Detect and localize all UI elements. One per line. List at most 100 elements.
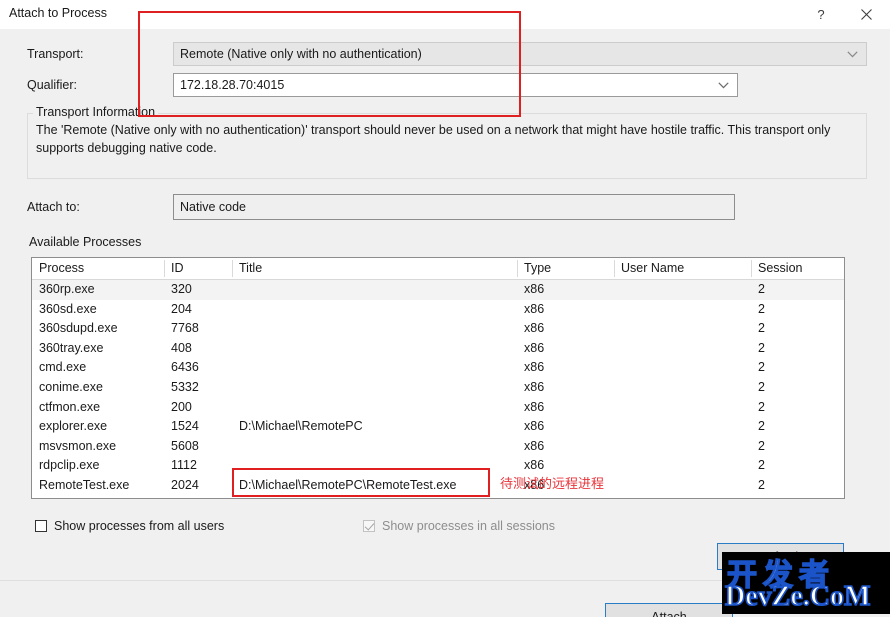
- column-divider[interactable]: [751, 260, 752, 277]
- table-row[interactable]: rdpclip.exe 1112 x86 2: [32, 456, 844, 476]
- cell-process: 360sdupd.exe: [39, 321, 118, 336]
- table-row[interactable]: RemoteTest.exe 2024 D:\Michael\RemotePC\Re…: [32, 476, 844, 496]
- cell-session: 2: [758, 340, 765, 355]
- cell-type: x86: [524, 458, 545, 473]
- cell-process: conime.exe: [39, 379, 103, 394]
- table-body: 360rp.exe 320 x86 2 360sd.exe 204 x86 2 360sdupd…: [32, 280, 844, 496]
- process-listbox[interactable]: Process ID Title Type User Name Session …: [31, 257, 845, 499]
- show-processes-all-sessions-checkbox: Show processes in all sessions: [363, 519, 555, 533]
- cell-process: RemoteTest.exe: [39, 477, 130, 492]
- cell-process: ctfmon.exe: [39, 399, 101, 414]
- show-processes-all-users-label: Show processes from all users: [54, 519, 225, 533]
- qualifier-combobox[interactable]: 172.18.28.70:4015: [173, 73, 738, 97]
- cell-title: D:\Michael\RemotePC: [239, 419, 363, 434]
- cell-id: 2024: [171, 477, 199, 492]
- cell-id: 320: [171, 282, 192, 296]
- cell-session: 2: [758, 360, 765, 375]
- cell-id: 1112: [171, 458, 197, 473]
- qualifier-value: 172.18.28.70:4015: [180, 78, 285, 92]
- table-row[interactable]: ctfmon.exe 200 x86 2: [32, 398, 844, 418]
- cell-session: 2: [758, 477, 765, 492]
- attach-to-value: Native code: [180, 200, 247, 214]
- cell-type: x86: [524, 419, 545, 434]
- cell-session: 2: [758, 379, 765, 394]
- watermark: 开发者 DevZe.CoM: [722, 552, 890, 614]
- cell-title: D:\Michael\RemotePC\RemoteTest.exe: [239, 477, 457, 492]
- table-header-row: Process ID Title Type User Name Session: [32, 258, 844, 280]
- cell-process: 360rp.exe: [39, 282, 95, 296]
- transport-information-text: The 'Remote (Native only with no authent…: [36, 123, 831, 155]
- table-row[interactable]: 360tray.exe 408 x86 2: [32, 339, 844, 359]
- watermark-latin: DevZe.CoM: [724, 580, 871, 613]
- cell-type: x86: [524, 340, 545, 355]
- cell-type: x86: [524, 301, 545, 316]
- chevron-down-icon: [847, 43, 858, 65]
- cell-id: 7768: [171, 321, 199, 336]
- cell-type: x86: [524, 321, 545, 336]
- attach-to-field[interactable]: Native code: [173, 194, 735, 220]
- cell-id: 1524: [171, 419, 199, 434]
- page-title: Attach to Process: [9, 6, 107, 20]
- checkbox-box[interactable]: [35, 520, 47, 532]
- transport-combobox[interactable]: Remote (Native only with no authenticati…: [173, 42, 867, 66]
- available-processes-label: Available Processes: [29, 235, 142, 249]
- transport-information-label: Transport Information: [33, 105, 159, 119]
- cell-type: x86: [524, 360, 545, 375]
- column-divider[interactable]: [232, 260, 233, 277]
- cell-type: x86: [524, 282, 545, 296]
- column-header-user-name[interactable]: User Name: [621, 261, 684, 275]
- cell-process: rdpclip.exe: [39, 458, 100, 473]
- cell-id: 5608: [171, 438, 199, 453]
- cell-type: x86: [524, 438, 545, 453]
- cell-process: cmd.exe: [39, 360, 87, 375]
- column-divider[interactable]: [614, 260, 615, 277]
- transport-label: Transport:: [27, 47, 84, 61]
- table-row[interactable]: 360sd.exe 204 x86 2: [32, 300, 844, 320]
- help-icon[interactable]: ?: [799, 0, 843, 29]
- show-processes-all-sessions-label: Show processes in all sessions: [382, 519, 555, 533]
- cell-process: 360sd.exe: [39, 301, 97, 316]
- cell-id: 5332: [171, 379, 199, 394]
- column-header-title[interactable]: Title: [239, 261, 262, 275]
- cell-session: 2: [758, 282, 765, 296]
- cell-process: 360tray.exe: [39, 340, 104, 355]
- title-bar: Attach to Process ?: [0, 0, 890, 30]
- cell-session: 2: [758, 458, 765, 473]
- column-divider[interactable]: [517, 260, 518, 277]
- cell-session: 2: [758, 399, 765, 414]
- table-row[interactable]: msvsmon.exe 5608 x86 2: [32, 437, 844, 457]
- table-row[interactable]: conime.exe 5332 x86 2: [32, 378, 844, 398]
- column-header-session[interactable]: Session: [758, 261, 802, 275]
- cell-type: x86: [524, 399, 545, 414]
- cell-session: 2: [758, 419, 765, 434]
- table-row[interactable]: 360rp.exe 320 x86 2: [32, 280, 844, 300]
- transport-value: Remote (Native only with no authenticati…: [180, 47, 422, 61]
- table-row[interactable]: 360sdupd.exe 7768 x86 2: [32, 319, 844, 339]
- show-processes-all-users-checkbox[interactable]: Show processes from all users: [35, 519, 224, 533]
- chevron-down-icon[interactable]: [718, 74, 729, 96]
- cell-id: 6436: [171, 360, 199, 375]
- qualifier-label: Qualifier:: [27, 78, 78, 92]
- annotation-note-chinese: 待测试的远程进程: [500, 476, 605, 491]
- column-header-id[interactable]: ID: [171, 261, 184, 275]
- checkbox-box: [363, 520, 375, 532]
- column-divider[interactable]: [164, 260, 165, 277]
- attach-to-label: Attach to:: [27, 200, 80, 214]
- table-row[interactable]: cmd.exe 6436 x86 2: [32, 358, 844, 378]
- cell-id: 204: [171, 301, 192, 316]
- cell-process: msvsmon.exe: [39, 438, 117, 453]
- cell-id: 408: [171, 340, 192, 355]
- cell-session: 2: [758, 438, 765, 453]
- column-header-type[interactable]: Type: [524, 261, 551, 275]
- cell-session: 2: [758, 301, 765, 316]
- attach-button[interactable]: Attach: [605, 603, 733, 617]
- cell-process: explorer.exe: [39, 419, 108, 434]
- close-icon[interactable]: [844, 0, 888, 29]
- dialog-body: Transport: Remote (Native only with no a…: [0, 29, 890, 617]
- cell-type: x86: [524, 379, 545, 394]
- column-header-process[interactable]: Process: [39, 261, 84, 275]
- attach-to-process-dialog: Attach to Process ? Transport: Remote (N…: [0, 0, 890, 617]
- table-row[interactable]: explorer.exe 1524 D:\Michael\RemotePC x86 2: [32, 417, 844, 437]
- cell-session: 2: [758, 321, 765, 336]
- cell-id: 200: [171, 399, 192, 414]
